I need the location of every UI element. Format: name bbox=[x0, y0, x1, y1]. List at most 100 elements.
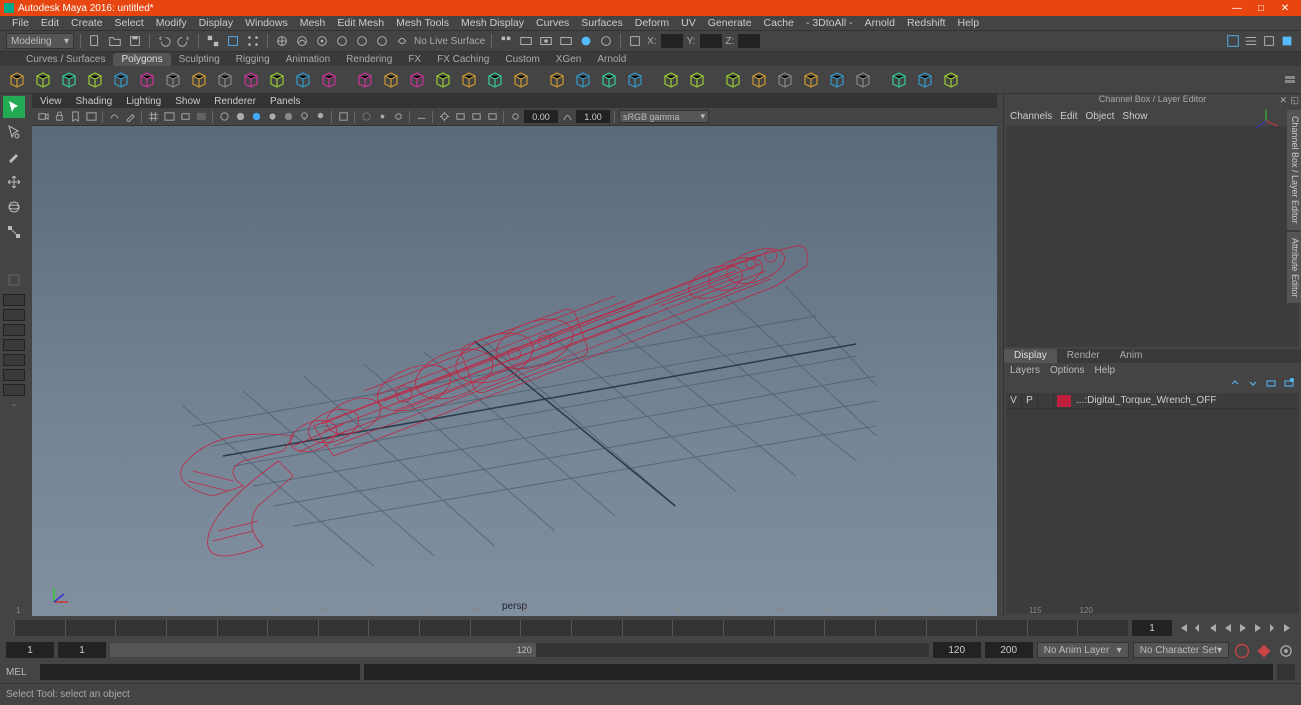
shelf-tab-fx[interactable]: FX bbox=[400, 53, 429, 66]
extract-icon[interactable] bbox=[406, 69, 428, 91]
set-key-button[interactable] bbox=[1255, 642, 1273, 658]
bevel-icon[interactable] bbox=[598, 69, 620, 91]
two-pane-button[interactable] bbox=[3, 324, 25, 336]
panel-menu-panels[interactable]: Panels bbox=[270, 96, 301, 107]
poly-prism-icon[interactable] bbox=[162, 69, 184, 91]
use-all-lights-icon[interactable] bbox=[297, 110, 311, 124]
combine-icon[interactable] bbox=[354, 69, 376, 91]
shelf-tab-xgen[interactable]: XGen bbox=[548, 53, 590, 66]
layer-color-swatch[interactable] bbox=[1057, 395, 1071, 407]
xray-joints-icon[interactable] bbox=[375, 110, 389, 124]
gate-mask-icon[interactable] bbox=[194, 110, 208, 124]
range-track[interactable]: 120 bbox=[110, 643, 929, 657]
xgen-icon[interactable] bbox=[1261, 33, 1277, 49]
menu-edit[interactable]: Edit bbox=[35, 17, 65, 29]
construction-history-icon[interactable] bbox=[498, 33, 514, 49]
x-field[interactable] bbox=[661, 34, 683, 48]
snap-curve-icon[interactable] bbox=[294, 33, 310, 49]
hud-icon[interactable] bbox=[1243, 33, 1259, 49]
cb-menu-show[interactable]: Show bbox=[1122, 111, 1147, 122]
select-object-icon[interactable] bbox=[225, 33, 241, 49]
target-weld-icon[interactable] bbox=[826, 69, 848, 91]
collapse-icon[interactable] bbox=[686, 69, 708, 91]
bookmarks-icon[interactable] bbox=[68, 110, 82, 124]
snap-plane-icon[interactable] bbox=[354, 33, 370, 49]
render-setup-icon[interactable] bbox=[1279, 33, 1295, 49]
layer-display-type[interactable] bbox=[1038, 393, 1054, 408]
snap-projected-icon[interactable] bbox=[334, 33, 350, 49]
menu--dtoall-[interactable]: - 3DtoAll - bbox=[800, 17, 859, 29]
panel-close-icon[interactable]: ✕ bbox=[1279, 95, 1287, 106]
playback-start-field[interactable] bbox=[58, 642, 106, 658]
shelf-scroll-up[interactable] bbox=[1285, 76, 1295, 79]
shelf-tab-animation[interactable]: Animation bbox=[278, 53, 338, 66]
close-button[interactable]: ✕ bbox=[1273, 3, 1297, 14]
depth-of-field-icon[interactable] bbox=[453, 110, 467, 124]
cb-menu-channels[interactable]: Channels bbox=[1010, 111, 1052, 122]
menu-generate[interactable]: Generate bbox=[702, 17, 758, 29]
smooth-icon[interactable] bbox=[432, 69, 454, 91]
lock-camera-icon[interactable] bbox=[52, 110, 66, 124]
menu-redshift[interactable]: Redshift bbox=[901, 17, 952, 29]
menu-display[interactable]: Display bbox=[193, 17, 239, 29]
shelf-tab-custom[interactable]: Custom bbox=[497, 53, 547, 66]
isolate-select-icon[interactable] bbox=[336, 110, 350, 124]
layer-menu-layers[interactable]: Layers bbox=[1010, 365, 1040, 376]
select-hierarchy-icon[interactable] bbox=[205, 33, 221, 49]
quad-draw-icon[interactable] bbox=[774, 69, 796, 91]
select-component-icon[interactable] bbox=[245, 33, 261, 49]
auto-key-button[interactable] bbox=[1233, 642, 1251, 658]
anim-layer-selector[interactable]: No Anim Layer▾ bbox=[1037, 642, 1129, 658]
exposure-reset-icon[interactable] bbox=[508, 110, 522, 124]
hypershade-icon[interactable] bbox=[578, 33, 594, 49]
shelf-tab-rendering[interactable]: Rendering bbox=[338, 53, 400, 66]
grid-icon[interactable] bbox=[146, 110, 160, 124]
layer-menu-help[interactable]: Help bbox=[1094, 365, 1115, 376]
y-field[interactable] bbox=[700, 34, 722, 48]
cb-menu-edit[interactable]: Edit bbox=[1060, 111, 1077, 122]
shelf-tab-curves-surfaces[interactable]: Curves / Surfaces bbox=[18, 53, 113, 66]
undo-icon[interactable] bbox=[156, 33, 172, 49]
poly-plane-icon[interactable] bbox=[110, 69, 132, 91]
timeline-track[interactable]: 1102030354045505560657075808590951001051… bbox=[14, 620, 1128, 636]
textured-icon[interactable] bbox=[281, 110, 295, 124]
anti-alias-icon[interactable] bbox=[485, 110, 499, 124]
shelf-tab-polygons[interactable]: Polygons bbox=[113, 53, 170, 66]
move-tool[interactable] bbox=[3, 171, 25, 193]
smooth-shade-icon[interactable] bbox=[233, 110, 247, 124]
lasso-tool[interactable] bbox=[3, 121, 25, 143]
wireframe-on-shaded-icon[interactable] bbox=[265, 110, 279, 124]
viewport[interactable]: persp bbox=[32, 126, 997, 616]
gamma-reset-icon[interactable] bbox=[560, 110, 574, 124]
bridge-icon[interactable] bbox=[572, 69, 594, 91]
image-plane-icon[interactable] bbox=[84, 110, 98, 124]
home-icon[interactable] bbox=[32, 592, 34, 610]
shelf-scroll-down[interactable] bbox=[1285, 80, 1295, 83]
panel-menu-view[interactable]: View bbox=[40, 96, 62, 107]
layer-visible-toggle[interactable]: V bbox=[1006, 393, 1022, 408]
menu-file[interactable]: File bbox=[6, 17, 35, 29]
minimize-toolbox-icon[interactable]: - bbox=[3, 399, 25, 411]
outliner-pane-button[interactable] bbox=[3, 339, 25, 351]
boolean-diff-icon[interactable] bbox=[484, 69, 506, 91]
menu-cache[interactable]: Cache bbox=[758, 17, 800, 29]
menu-uv[interactable]: UV bbox=[675, 17, 702, 29]
save-scene-icon[interactable] bbox=[127, 33, 143, 49]
poly-helix-icon[interactable] bbox=[240, 69, 262, 91]
menu-surfaces[interactable]: Surfaces bbox=[575, 17, 628, 29]
channel-list[interactable] bbox=[1006, 126, 1299, 347]
paint-select-tool[interactable] bbox=[3, 146, 25, 168]
play-forward-button[interactable] bbox=[1236, 621, 1250, 635]
layer-new-empty-icon[interactable] bbox=[1265, 377, 1277, 392]
poly-pyramid-icon[interactable] bbox=[188, 69, 210, 91]
layer-tab-display[interactable]: Display bbox=[1004, 349, 1057, 363]
shelf-tab-sculpting[interactable]: Sculpting bbox=[171, 53, 228, 66]
shelf-tab-fx-caching[interactable]: FX Caching bbox=[429, 53, 497, 66]
film-gate-icon[interactable] bbox=[162, 110, 176, 124]
go-to-start-button[interactable] bbox=[1176, 621, 1190, 635]
poly-torus-icon[interactable] bbox=[136, 69, 158, 91]
vtab-channel-box-layer-editor[interactable]: Channel Box / Layer Editor bbox=[1287, 110, 1301, 230]
crease-icon[interactable] bbox=[888, 69, 910, 91]
play-back-button[interactable] bbox=[1221, 621, 1235, 635]
command-input[interactable] bbox=[40, 664, 360, 680]
